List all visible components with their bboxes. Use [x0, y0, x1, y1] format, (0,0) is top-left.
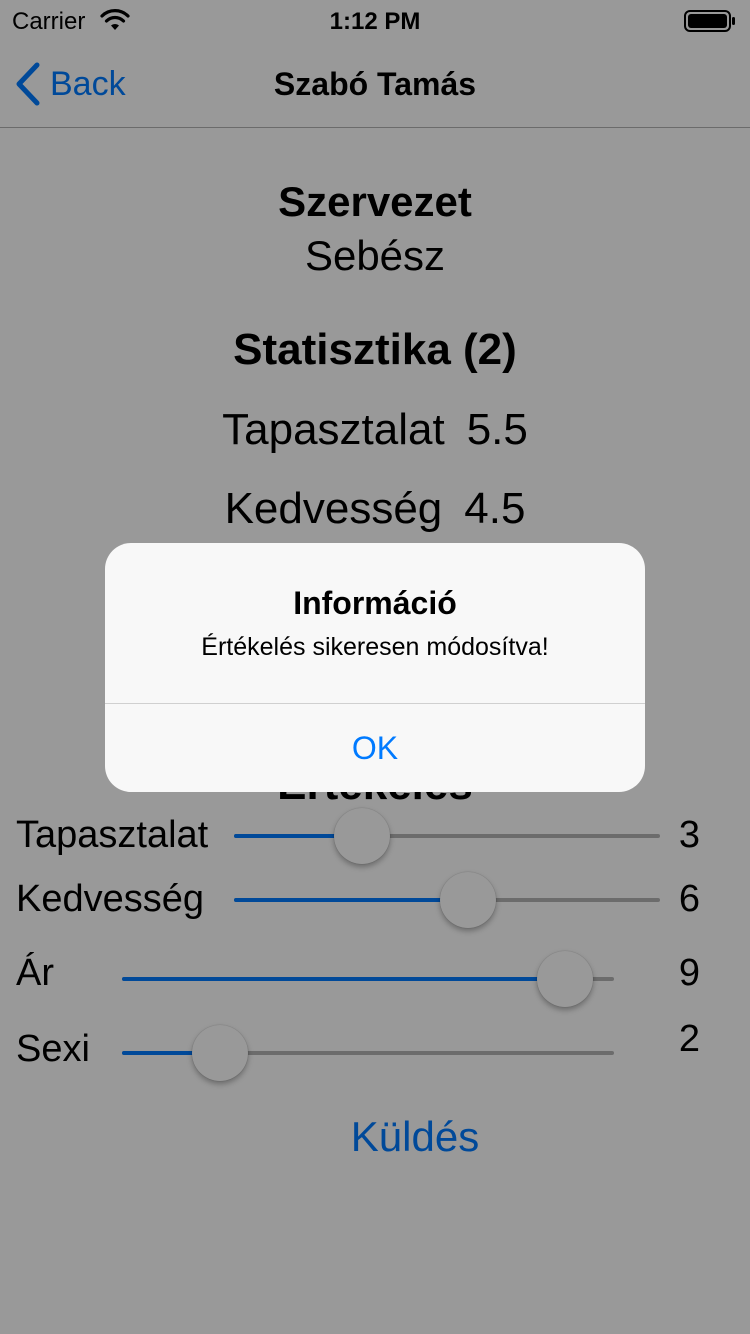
alert-ok-button[interactable]: OK — [105, 704, 645, 792]
info-alert: Információ Értékelés sikeresen módosítva… — [105, 543, 645, 792]
alert-title: Információ — [293, 585, 457, 621]
alert-message: Értékelés sikeresen módosítva! — [201, 633, 549, 661]
